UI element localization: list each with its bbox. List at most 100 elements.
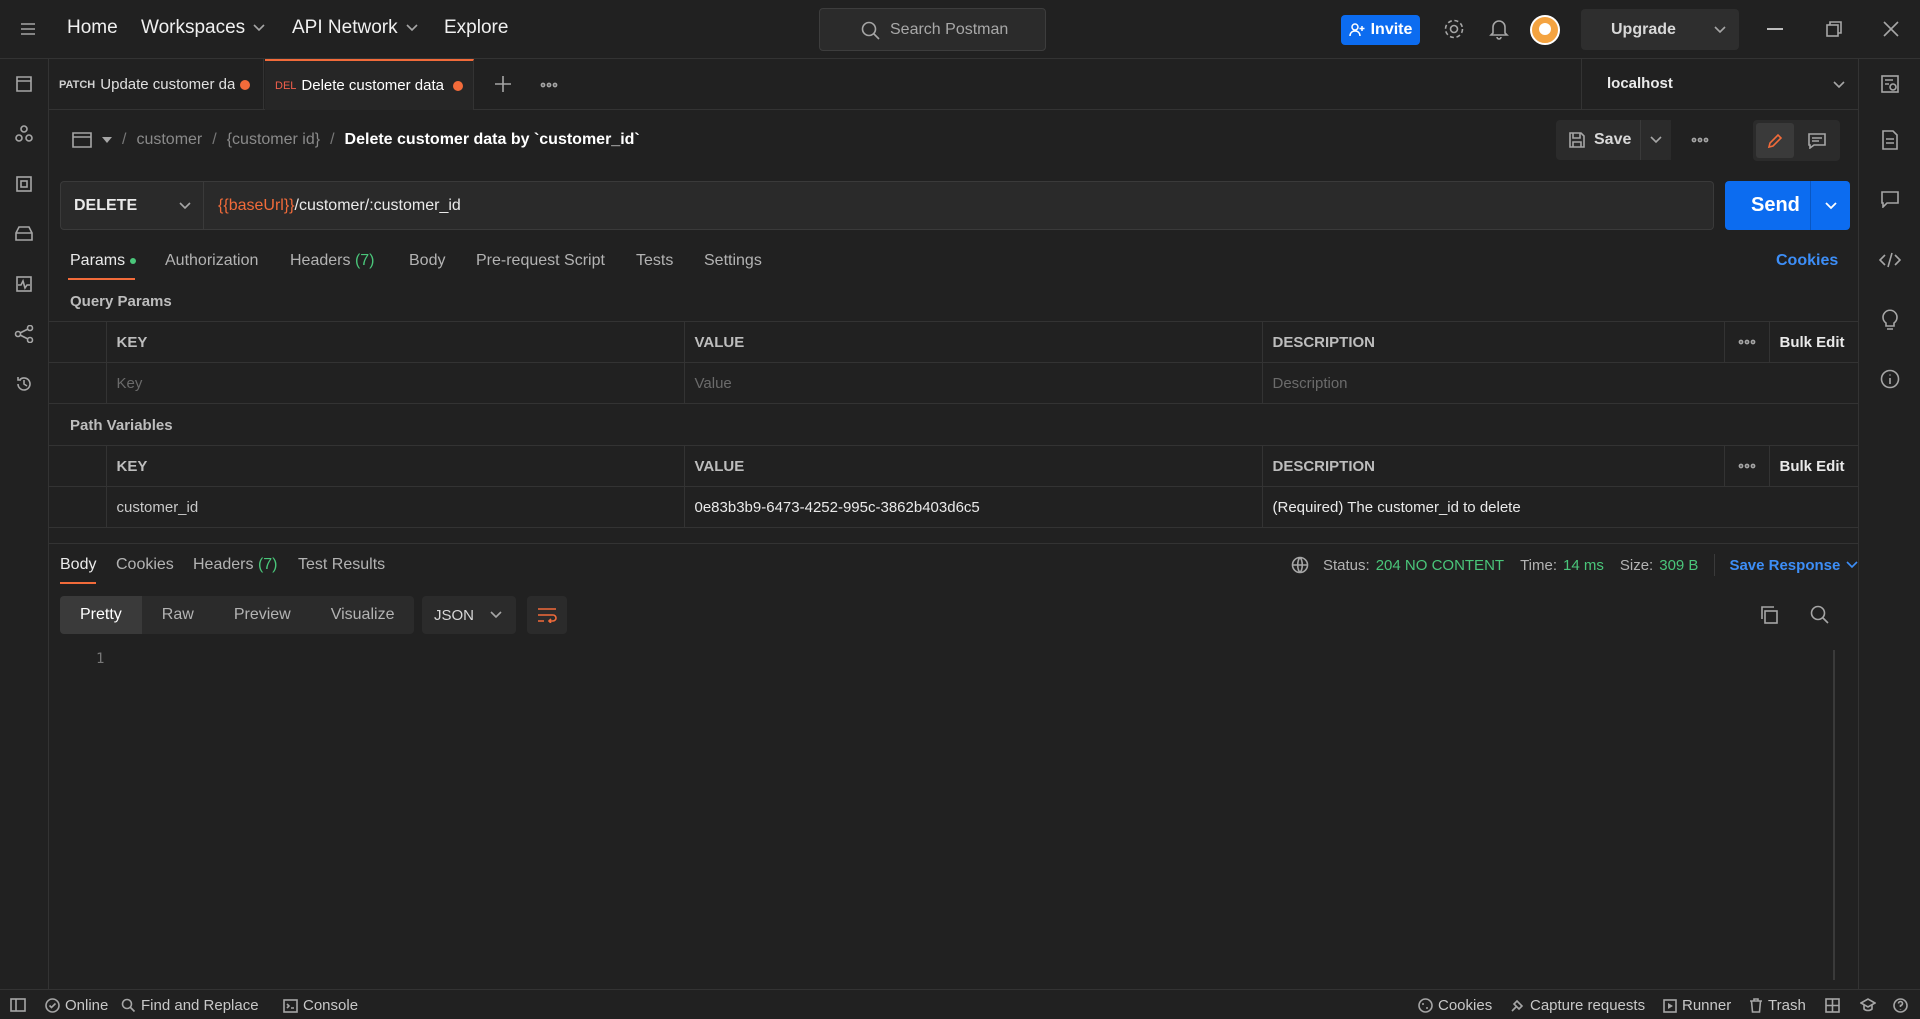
tab-authorization[interactable]: Authorization [165, 252, 258, 270]
view-pretty[interactable]: Pretty [60, 596, 142, 634]
send-options-button[interactable] [1810, 181, 1850, 230]
response-tab-headers[interactable]: Headers (7) [193, 556, 278, 574]
tab-headers[interactable]: Headers (7) [290, 252, 375, 270]
wrap-lines-icon [538, 608, 557, 623]
wrap-lines-button[interactable] [527, 596, 567, 634]
breadcrumb-customer[interactable]: customer [136, 131, 202, 149]
path-key-cell[interactable]: customer_id [106, 486, 685, 528]
description-input[interactable]: Description [1262, 362, 1858, 404]
toggle-sidebar-icon[interactable] [10, 998, 26, 1012]
new-tab-icon[interactable] [494, 75, 512, 93]
trash[interactable]: Trash [1749, 997, 1806, 1014]
more-options-icon[interactable] [1724, 445, 1770, 487]
url-input[interactable]: {{baseUrl}} /customer/:customer_id [204, 181, 1714, 230]
save-response-button[interactable]: Save Response [1729, 557, 1840, 574]
edit-mode-button[interactable] [1756, 123, 1794, 158]
view-visualize[interactable]: Visualize [311, 596, 415, 634]
response-tab-test-results[interactable]: Test Results [298, 556, 385, 574]
online-status[interactable]: Online [45, 997, 108, 1014]
flows-icon[interactable] [14, 325, 34, 343]
invite-button[interactable]: Invite [1341, 15, 1420, 45]
search-icon[interactable] [1810, 605, 1830, 625]
runner[interactable]: Runner [1663, 997, 1731, 1014]
bell-icon[interactable] [1489, 18, 1509, 40]
cookies-status[interactable]: Cookies [1418, 997, 1492, 1014]
tab-patch-request[interactable]: PATCH Update customer da [49, 59, 264, 110]
info-icon[interactable] [1880, 369, 1900, 389]
chevron-down-icon[interactable] [102, 137, 112, 143]
bulk-edit-button[interactable]: Bulk Edit [1769, 321, 1858, 363]
chevron-down-icon [490, 611, 502, 619]
value-input[interactable]: Value [684, 362, 1263, 404]
chevron-down-icon [1714, 26, 1726, 34]
line-number: 1 [96, 651, 105, 667]
status-value[interactable]: 204 NO CONTENT [1376, 557, 1504, 574]
help-icon[interactable] [1893, 998, 1908, 1013]
tab-body[interactable]: Body [409, 252, 445, 270]
nav-api-network[interactable]: API Network [292, 17, 418, 39]
send-button[interactable]: Send [1751, 194, 1800, 217]
environment-selector[interactable]: localhost [1581, 59, 1858, 110]
method-select[interactable]: DELETE [60, 181, 204, 230]
breadcrumb-customer-id[interactable]: {customer id} [227, 131, 320, 149]
minimize-icon[interactable] [1767, 28, 1783, 30]
path-description-input[interactable]: (Required) The customer_id to delete [1262, 486, 1858, 528]
environment-quick-look-icon[interactable] [1880, 74, 1900, 94]
lightbulb-icon[interactable] [1881, 308, 1899, 330]
comments-icon[interactable] [1880, 190, 1900, 208]
response-tab-cookies[interactable]: Cookies [116, 556, 174, 574]
avatar[interactable] [1530, 15, 1560, 45]
left-sidebar [0, 59, 49, 989]
console[interactable]: Console [283, 997, 358, 1014]
chevron-down-icon[interactable] [1846, 561, 1858, 569]
mock-servers-icon[interactable] [14, 225, 34, 243]
save-options-button[interactable] [1640, 120, 1671, 160]
request-title[interactable]: Delete customer data by `customer_id` [345, 131, 640, 149]
view-raw[interactable]: Raw [142, 596, 214, 634]
close-icon[interactable] [1883, 21, 1899, 37]
search-input[interactable]: Search Postman [819, 8, 1046, 51]
time-value[interactable]: 14 ms [1563, 557, 1604, 574]
tab-settings[interactable]: Settings [704, 252, 762, 270]
menu-icon[interactable] [20, 22, 36, 36]
code-icon[interactable] [1879, 252, 1901, 268]
learning-center-icon[interactable] [1860, 998, 1876, 1012]
comment-mode-button[interactable] [1798, 123, 1836, 158]
cookies-link[interactable]: Cookies [1776, 252, 1838, 270]
history-icon[interactable] [15, 375, 33, 393]
path-value-input[interactable]: 0e83b3b9-6473-4252-995c-3862b403d6c5 [684, 486, 1263, 528]
nav-explore[interactable]: Explore [444, 17, 508, 39]
copy-icon[interactable] [1759, 605, 1779, 625]
tab-pre-request-script[interactable]: Pre-request Script [476, 252, 605, 270]
upgrade-button[interactable]: Upgrade [1581, 9, 1739, 50]
apis-icon[interactable] [15, 125, 33, 143]
breadcrumb: / customer / {customer id} / Delete cust… [72, 127, 640, 153]
tab-delete-request[interactable]: DEL Delete customer data b [265, 59, 474, 110]
restore-icon[interactable] [1826, 21, 1842, 37]
find-and-replace[interactable]: Find and Replace [121, 997, 259, 1014]
tab-params[interactable]: Params [70, 252, 137, 270]
nav-home[interactable]: Home [67, 17, 118, 39]
globe-icon[interactable] [1291, 556, 1309, 574]
bulk-edit-button[interactable]: Bulk Edit [1769, 445, 1858, 487]
view-preview[interactable]: Preview [214, 596, 311, 634]
gear-icon[interactable] [1443, 18, 1465, 40]
capture-requests[interactable]: Capture requests [1510, 997, 1645, 1014]
more-options-icon[interactable] [1724, 321, 1770, 363]
more-options-icon[interactable] [1691, 137, 1709, 143]
environments-icon[interactable] [15, 175, 33, 193]
response-tab-body[interactable]: Body [60, 556, 96, 574]
collection-icon[interactable] [72, 131, 92, 149]
more-tabs-icon[interactable] [540, 82, 558, 88]
nav-workspaces[interactable]: Workspaces [141, 17, 265, 39]
tab-tests[interactable]: Tests [636, 252, 673, 270]
format-select[interactable]: JSON [422, 596, 516, 634]
response-editor[interactable] [120, 645, 1833, 980]
monitors-icon[interactable] [15, 275, 33, 293]
key-input[interactable]: Key [106, 362, 685, 404]
layout-icon[interactable] [1825, 998, 1840, 1013]
size-value[interactable]: 309 B [1659, 557, 1698, 574]
documentation-icon[interactable] [1881, 130, 1899, 150]
scrollbar[interactable] [1833, 650, 1835, 980]
collections-icon[interactable] [15, 75, 33, 93]
